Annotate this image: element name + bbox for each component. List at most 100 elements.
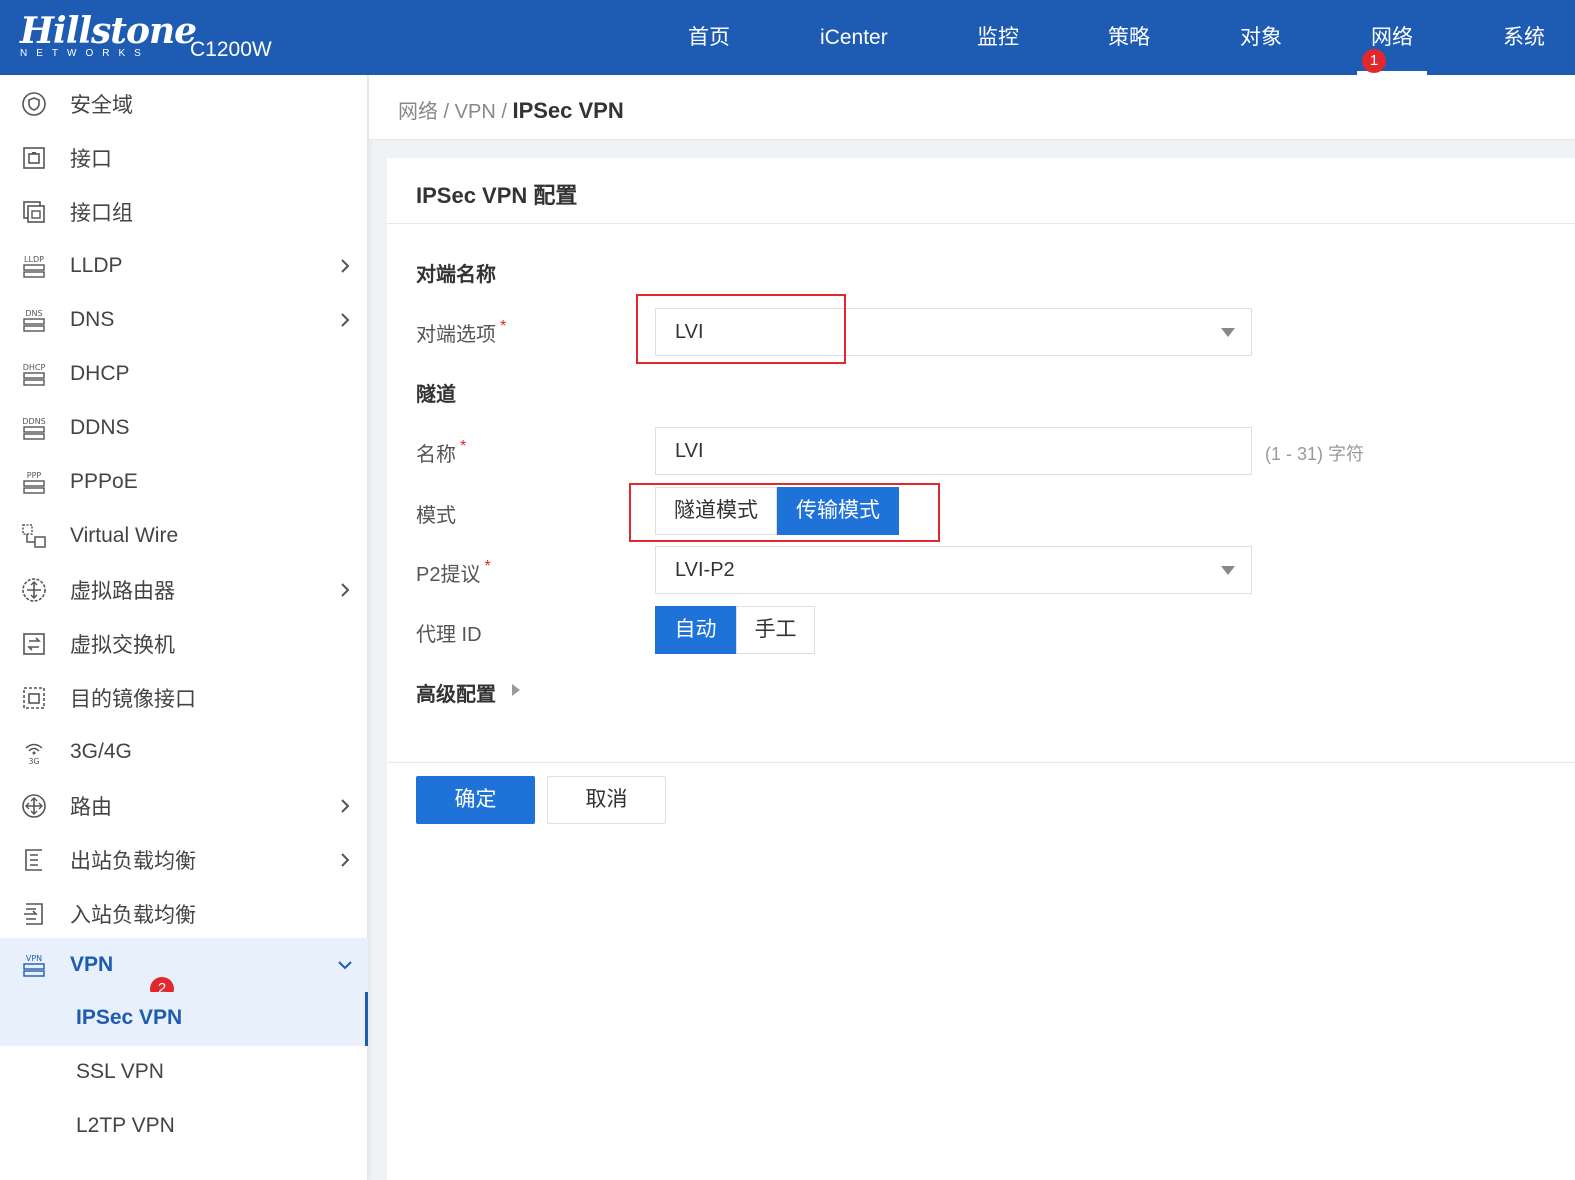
- card-title: IPSec VPN 配置: [416, 183, 578, 208]
- required-mark: *: [460, 438, 467, 455]
- config-card: IPSec VPN 配置 对端名称 对端选项 * LVI 隧道 名称 * LVI (…: [387, 158, 1575, 1180]
- p2-proposal-value: LVI-P2: [675, 559, 735, 581]
- sidebar-item-label: LLDP: [70, 254, 123, 277]
- caret-right-icon[interactable]: [512, 684, 520, 696]
- dns-icon: DNS: [20, 306, 48, 334]
- svg-text:LLDP: LLDP: [24, 255, 44, 264]
- sidebar-item-mirror-interface[interactable]: 目的镜像接口: [0, 671, 368, 725]
- breadcrumb-bar: 网络 / VPN / IPSec VPN: [369, 75, 1575, 140]
- vpn-icon: VPN: [20, 951, 48, 979]
- nav-home[interactable]: 首页: [688, 0, 730, 75]
- sidebar-item-outbound-lb[interactable]: 出站负载均衡: [0, 833, 368, 887]
- sidebar-item-route[interactable]: 路由: [0, 779, 368, 833]
- cancel-button[interactable]: 取消: [547, 776, 666, 824]
- sidebar-item-label: 3G/4G: [70, 740, 132, 763]
- breadcrumb-network[interactable]: 网络: [398, 101, 438, 123]
- sidebar-item-label: DHCP: [70, 362, 130, 385]
- sidebar-item-ddns[interactable]: DDNS DDNS: [0, 401, 368, 455]
- chevron-right-icon[interactable]: [335, 850, 355, 870]
- sidebar-item-label: 出站负载均衡: [70, 850, 196, 873]
- hillstone-logo[interactable]: Hillstone NETWORKS: [20, 10, 197, 62]
- dhcp-icon: DHCP: [20, 360, 48, 388]
- sidebar-item-label: 虚拟路由器: [70, 580, 175, 603]
- shield-icon: [20, 90, 48, 118]
- p2-proposal-label: P2提议 *: [416, 558, 491, 587]
- sidebar-subitem-ssl-vpn[interactable]: SSL VPN: [0, 1046, 368, 1100]
- nav-policy[interactable]: 策略: [1108, 0, 1150, 75]
- logo-main-text: Hillstone: [20, 10, 197, 52]
- breadcrumb-vpn[interactable]: VPN: [455, 101, 496, 123]
- nav-monitor[interactable]: 监控: [977, 0, 1019, 75]
- sidebar-item-label: VPN: [70, 953, 114, 976]
- sidebar-item-virtual-switch[interactable]: 虚拟交换机: [0, 617, 368, 671]
- sidebar-subitem-label: L2TP VPN: [76, 1114, 175, 1137]
- sidebar-subitem-ipsec-vpn[interactable]: IPSec VPN: [0, 992, 368, 1046]
- ok-button[interactable]: 确定: [416, 776, 535, 824]
- advanced-config-label: 高级配置: [416, 684, 496, 706]
- caret-down-icon: [1221, 328, 1235, 337]
- sidebar-subitem-l2tp-vpn[interactable]: L2TP VPN: [0, 1100, 368, 1154]
- step-badge-1: 1: [1362, 49, 1386, 73]
- sidebar-item-dhcp[interactable]: DHCP DHCP: [0, 347, 368, 401]
- peer-option-label-text: 对端选项: [416, 324, 496, 346]
- sidebar-subitem-label: SSL VPN: [76, 1060, 164, 1083]
- sidebar-item-label: 目的镜像接口: [70, 688, 196, 711]
- sidebar-item-virtual-router[interactable]: 虚拟路由器: [0, 563, 368, 617]
- required-mark: *: [484, 558, 491, 575]
- tunnel-name-input[interactable]: LVI: [655, 427, 1252, 475]
- section-peer-name: 对端名称: [416, 264, 496, 286]
- name-label: 名称 *: [416, 438, 466, 467]
- sidebar-item-label: Virtual Wire: [70, 524, 179, 547]
- proxy-auto-button[interactable]: 自动: [655, 606, 736, 654]
- nav-object[interactable]: 对象: [1240, 0, 1282, 75]
- caret-down-icon: [1221, 566, 1235, 575]
- device-model: C1200W: [190, 38, 272, 61]
- svg-text:PPP: PPP: [27, 471, 42, 480]
- chevron-right-icon[interactable]: [335, 580, 355, 600]
- lldp-icon: LLDP: [20, 252, 48, 280]
- sidebar-item-virtual-wire[interactable]: Virtual Wire: [0, 509, 368, 563]
- chevron-right-icon[interactable]: [335, 796, 355, 816]
- sidebar-item-label: 虚拟交换机: [70, 634, 175, 657]
- sidebar-item-lldp[interactable]: LLDP LLDP: [0, 239, 368, 293]
- chevron-right-icon[interactable]: [335, 310, 355, 330]
- sidebar-item-interface[interactable]: 接口: [0, 131, 368, 185]
- svg-text:VPN: VPN: [26, 954, 42, 963]
- route-icon: [20, 792, 48, 820]
- sidebar-item-pppoe[interactable]: PPP PPPoE: [0, 455, 368, 509]
- svg-text:DHCP: DHCP: [23, 363, 46, 372]
- highlight-box-peer: [636, 294, 846, 364]
- sidebar-item-vpn[interactable]: VPN VPN: [0, 938, 368, 992]
- p2-proposal-label-text: P2提议: [416, 564, 481, 586]
- chevron-right-icon[interactable]: [335, 256, 355, 276]
- sidebar-item-label: 接口组: [70, 202, 133, 225]
- card-divider: [387, 223, 1575, 224]
- virtual-wire-icon: [20, 522, 48, 550]
- chevron-down-icon[interactable]: [335, 955, 355, 975]
- port-group-icon: [20, 198, 48, 226]
- breadcrumb-separator: /: [495, 101, 513, 123]
- proxy-manual-button[interactable]: 手工: [736, 606, 815, 654]
- sidebar-item-inbound-lb[interactable]: 入站负载均衡: [0, 887, 368, 941]
- sidebar-item-zone[interactable]: 安全域: [0, 77, 368, 131]
- sidebar: 安全域 接口 接口组 LLDP LLDP DNS DNS DHCP DHCP D…: [0, 75, 368, 1180]
- name-length-hint: (1 - 31) 字符: [1265, 444, 1365, 464]
- nav-system[interactable]: 系统: [1503, 0, 1545, 75]
- sidebar-item-3g4g[interactable]: 3G 3G/4G: [0, 725, 368, 779]
- advanced-config-toggle[interactable]: 高级配置: [416, 678, 496, 707]
- logo-sub-text: NETWORKS: [20, 48, 150, 59]
- sidebar-item-label: PPPoE: [70, 470, 138, 493]
- sidebar-item-dns[interactable]: DNS DNS: [0, 293, 368, 347]
- inbound-lb-icon: [20, 900, 48, 928]
- sidebar-item-label: 安全域: [70, 94, 133, 117]
- top-bar: Hillstone NETWORKS C1200W 首页 iCenter 监控 …: [0, 0, 1575, 75]
- sidebar-item-interface-group[interactable]: 接口组: [0, 185, 368, 239]
- mirror-port-icon: [20, 684, 48, 712]
- port-icon: [20, 144, 48, 172]
- virtual-switch-icon: [20, 630, 48, 658]
- peer-option-label: 对端选项 *: [416, 318, 506, 347]
- outbound-lb-icon: [20, 846, 48, 874]
- breadcrumb: 网络 / VPN / IPSec VPN: [398, 95, 624, 124]
- p2-proposal-select[interactable]: LVI-P2: [655, 546, 1252, 594]
- nav-icenter[interactable]: iCenter: [820, 0, 888, 75]
